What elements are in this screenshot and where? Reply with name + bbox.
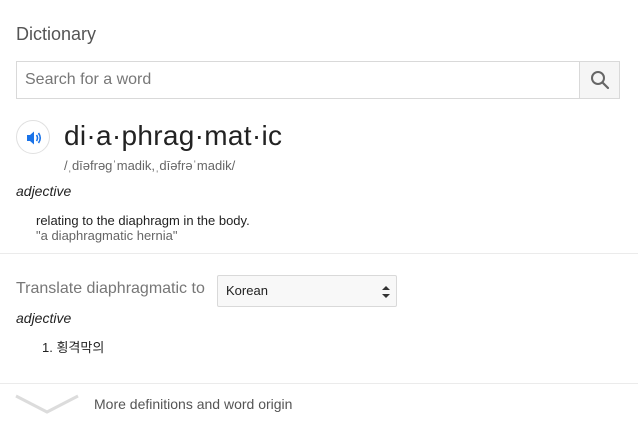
search-input[interactable] — [17, 62, 582, 98]
divider — [0, 383, 638, 384]
example-text: "a diaphragmatic hernia" — [36, 228, 178, 243]
up-down-arrows-icon — [382, 286, 390, 298]
chevron-down-icon[interactable] — [14, 393, 80, 415]
search-icon — [591, 71, 610, 90]
speaker-icon — [27, 131, 42, 145]
translation-item: 1. 횡격막의 — [42, 340, 105, 355]
language-select-value: Korean — [226, 283, 268, 298]
phonetic: /ˌdīəfrəgˈmadik,ˌdīəfrəˈmadik/ — [64, 158, 236, 173]
more-definitions-link[interactable]: More definitions and word origin — [94, 396, 292, 412]
panel-title: Dictionary — [16, 24, 97, 44]
dictionary-card: Dictionary di·a·phrag·mat·ic /ˌdīəfrəgˈm… — [0, 0, 638, 424]
translate-label: Translate diaphragmatic to — [16, 280, 205, 297]
language-select[interactable]: Korean — [217, 275, 397, 307]
search-button[interactable] — [579, 62, 619, 98]
definition-text: relating to the diaphragm in the body. — [36, 213, 250, 228]
search-box — [16, 61, 620, 99]
divider — [0, 253, 638, 254]
pronunciation-button[interactable] — [16, 120, 50, 154]
headword: di·a·phrag·mat·ic — [64, 120, 283, 151]
translation-part-of-speech: adjective — [16, 310, 72, 326]
part-of-speech: adjective — [16, 183, 72, 199]
